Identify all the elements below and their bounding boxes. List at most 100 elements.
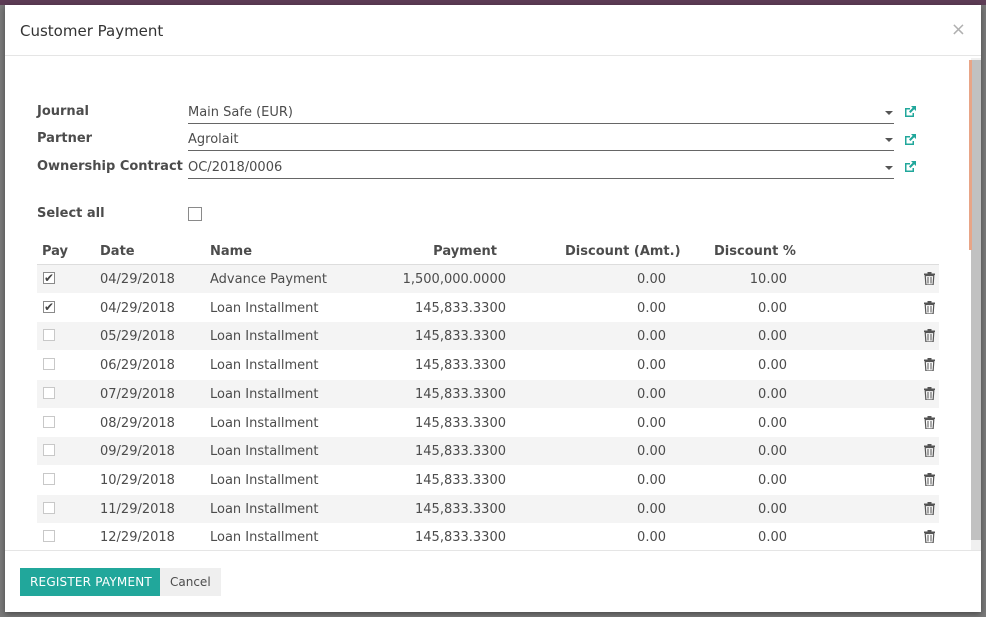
- cell-discount-amt[interactable]: 0.00: [587, 530, 666, 545]
- cell-discount-amt[interactable]: 0.00: [587, 358, 666, 373]
- cell-date[interactable]: 05/29/2018: [100, 329, 175, 344]
- pay-checkbox[interactable]: [43, 472, 55, 485]
- trash-icon[interactable]: [924, 300, 935, 314]
- column-header-discount-pct[interactable]: Discount %: [714, 244, 796, 259]
- cell-discount-pct[interactable]: 0.00: [707, 444, 787, 459]
- trash-icon[interactable]: [924, 415, 935, 429]
- cell-discount-pct[interactable]: 0.00: [707, 329, 787, 344]
- pay-checkbox[interactable]: [43, 501, 55, 514]
- pay-checkbox[interactable]: [43, 329, 55, 342]
- cell-payment[interactable]: 145,833.3300: [397, 387, 506, 402]
- cell-date[interactable]: 06/29/2018: [100, 358, 175, 373]
- cell-discount-amt[interactable]: 0.00: [587, 387, 666, 402]
- cell-name[interactable]: Loan Installment: [210, 530, 318, 545]
- cell-name[interactable]: Loan Installment: [210, 473, 318, 488]
- cell-discount-amt[interactable]: 0.00: [587, 329, 666, 344]
- cell-discount-pct[interactable]: 0.00: [707, 387, 787, 402]
- column-header-discount-amt[interactable]: Discount (Amt.): [565, 244, 681, 259]
- cell-discount-pct[interactable]: 0.00: [707, 301, 787, 316]
- cell-name[interactable]: Loan Installment: [210, 329, 318, 344]
- cell-payment[interactable]: 145,833.3300: [397, 502, 506, 517]
- ownership-contract-field[interactable]: OC/2018/0006: [188, 160, 894, 179]
- external-link-icon[interactable]: [903, 160, 917, 174]
- caret-down-icon[interactable]: [885, 111, 893, 115]
- close-icon[interactable]: ×: [951, 19, 966, 40]
- cell-name[interactable]: Loan Installment: [210, 358, 318, 373]
- cell-discount-pct[interactable]: 0.00: [707, 530, 787, 545]
- scrollbar-thumb[interactable]: [971, 60, 981, 540]
- partner-field[interactable]: Agrolait: [188, 132, 894, 151]
- cell-discount-amt[interactable]: 0.00: [587, 272, 666, 287]
- cell-date[interactable]: 12/29/2018: [100, 530, 175, 545]
- cell-payment[interactable]: 145,833.3300: [397, 444, 506, 459]
- cell-date[interactable]: 08/29/2018: [100, 416, 175, 431]
- trash-icon[interactable]: [924, 530, 935, 544]
- column-header-date[interactable]: Date: [100, 244, 135, 259]
- cell-discount-amt[interactable]: 0.00: [587, 473, 666, 488]
- table-row[interactable]: 09/29/2018 Loan Installment 145,833.3300 0.…: [37, 437, 939, 466]
- pay-checkbox[interactable]: [43, 415, 55, 428]
- external-link-icon[interactable]: [903, 133, 917, 147]
- column-header-name[interactable]: Name: [210, 244, 252, 259]
- table-row[interactable]: 10/29/2018 Loan Installment 145,833.3300 0.…: [37, 466, 939, 494]
- table-row[interactable]: 12/29/2018 Loan Installment 145,833.3300 0.…: [37, 523, 939, 550]
- cell-date[interactable]: 04/29/2018: [100, 272, 175, 287]
- trash-icon[interactable]: [924, 501, 935, 515]
- column-header-pay[interactable]: Pay: [42, 244, 68, 259]
- cell-name[interactable]: Loan Installment: [210, 387, 318, 402]
- cell-payment[interactable]: 145,833.3300: [397, 329, 506, 344]
- cell-discount-pct[interactable]: 10.00: [707, 272, 787, 287]
- cell-discount-pct[interactable]: 0.00: [707, 358, 787, 373]
- cell-payment[interactable]: 145,833.3300: [397, 473, 506, 488]
- cell-payment[interactable]: 145,833.3300: [397, 301, 506, 316]
- column-header-payment[interactable]: Payment: [417, 244, 497, 259]
- cell-payment[interactable]: 145,833.3300: [397, 530, 506, 545]
- trash-icon[interactable]: [924, 444, 935, 458]
- cancel-button[interactable]: Cancel: [160, 568, 221, 596]
- pay-checkbox[interactable]: ✔: [43, 271, 55, 285]
- caret-down-icon[interactable]: [885, 166, 893, 170]
- cell-name[interactable]: Loan Installment: [210, 416, 318, 431]
- cell-name[interactable]: Loan Installment: [210, 502, 318, 517]
- scrollbar[interactable]: [971, 58, 981, 550]
- table-row[interactable]: 05/29/2018 Loan Installment 145,833.3300 0.…: [37, 322, 939, 351]
- cell-date[interactable]: 04/29/2018: [100, 301, 175, 316]
- cell-payment[interactable]: 145,833.3300: [397, 416, 506, 431]
- cell-name[interactable]: Advance Payment: [210, 272, 327, 287]
- pay-checkbox[interactable]: ✔: [43, 300, 55, 314]
- journal-field[interactable]: Main Safe (EUR): [188, 105, 894, 124]
- pay-checkbox[interactable]: [43, 444, 55, 457]
- trash-icon[interactable]: [924, 358, 935, 372]
- trash-icon[interactable]: [924, 386, 935, 400]
- table-row[interactable]: ✔ 04/29/2018 Loan Installment 145,833.3300 0…: [37, 294, 939, 322]
- cell-discount-amt[interactable]: 0.00: [587, 416, 666, 431]
- pay-checkbox[interactable]: [43, 386, 55, 399]
- table-row[interactable]: 06/29/2018 Loan Installment 145,833.3300 0.…: [37, 351, 939, 379]
- trash-icon[interactable]: [924, 329, 935, 343]
- cell-discount-pct[interactable]: 0.00: [707, 416, 787, 431]
- external-link-icon[interactable]: [903, 105, 917, 119]
- cell-payment[interactable]: 145,833.3300: [397, 358, 506, 373]
- table-row[interactable]: 08/29/2018 Loan Installment 145,833.3300 0.…: [37, 409, 939, 437]
- trash-icon[interactable]: [924, 472, 935, 486]
- cell-name[interactable]: Loan Installment: [210, 301, 318, 316]
- cell-name[interactable]: Loan Installment: [210, 444, 318, 459]
- table-row[interactable]: 07/29/2018 Loan Installment 145,833.3300 0.…: [37, 379, 939, 408]
- cell-payment[interactable]: 1,500,000.0000: [397, 272, 506, 287]
- cell-discount-pct[interactable]: 0.00: [707, 473, 787, 488]
- pay-checkbox[interactable]: [43, 530, 55, 543]
- caret-down-icon[interactable]: [885, 138, 893, 142]
- cell-discount-pct[interactable]: 0.00: [707, 502, 787, 517]
- cell-date[interactable]: 10/29/2018: [100, 473, 175, 488]
- cell-date[interactable]: 09/29/2018: [100, 444, 175, 459]
- cell-discount-amt[interactable]: 0.00: [587, 502, 666, 517]
- pay-checkbox[interactable]: [43, 358, 55, 371]
- table-row[interactable]: 11/29/2018 Loan Installment 145,833.3300 0.…: [37, 494, 939, 523]
- cell-discount-amt[interactable]: 0.00: [587, 301, 666, 316]
- register-payment-button[interactable]: REGISTER PAYMENT: [20, 568, 162, 596]
- cell-date[interactable]: 07/29/2018: [100, 387, 175, 402]
- select-all-checkbox[interactable]: [188, 207, 202, 221]
- cell-date[interactable]: 11/29/2018: [100, 502, 175, 517]
- trash-icon[interactable]: [924, 272, 935, 285]
- cell-discount-amt[interactable]: 0.00: [587, 444, 666, 459]
